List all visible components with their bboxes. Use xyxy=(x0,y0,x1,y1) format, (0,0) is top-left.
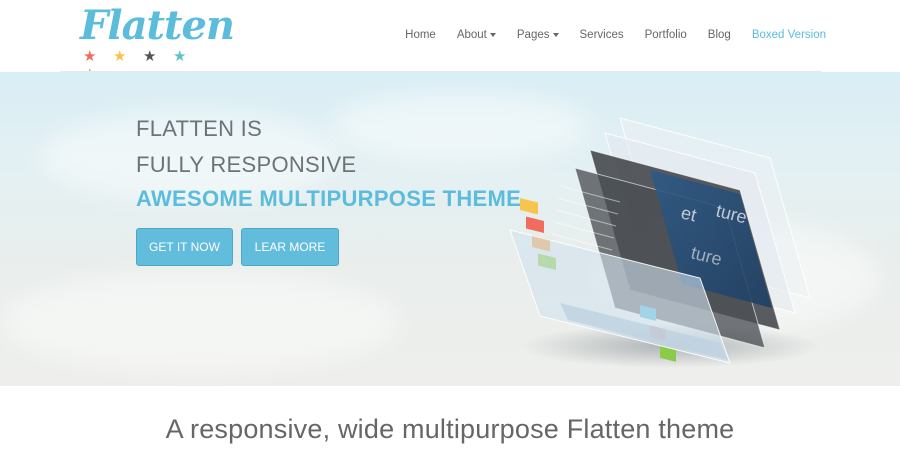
get-it-now-button[interactable]: GET IT NOW xyxy=(136,228,233,266)
logo-stars: ★★★★★ xyxy=(83,48,230,83)
nav-item-label: Portfolio xyxy=(644,29,687,41)
layered-devices-graphic: et ture ture xyxy=(509,117,820,368)
nav-item-label: Home xyxy=(405,29,436,41)
logo-text: Flatten xyxy=(80,2,235,49)
site-header: Flatten ★★★★★ Home About Pages Services … xyxy=(0,0,900,83)
caret-down-icon xyxy=(489,32,496,37)
nav-item-label: Pages xyxy=(516,29,550,41)
nav-item-label: About xyxy=(456,29,487,41)
logo[interactable]: Flatten ★★★★★ xyxy=(80,4,235,83)
tagline: A responsive, wide multipurpose Flatten … xyxy=(165,414,735,444)
star-icon: ★ xyxy=(83,48,97,65)
nav-item-blog[interactable]: Blog xyxy=(708,29,731,41)
nav-item-services[interactable]: Services xyxy=(580,29,624,41)
nav-item-label: Services xyxy=(579,29,624,41)
main-nav: Home About Pages Services Portfolio Blog… xyxy=(384,26,826,44)
learn-more-button[interactable]: LEAR MORE xyxy=(241,228,339,266)
star-icon: ★ xyxy=(173,48,187,65)
nav-item-boxed-version[interactable]: Boxed Version xyxy=(752,29,826,41)
caret-down-icon xyxy=(552,32,559,37)
cloud-decoration xyxy=(0,272,400,372)
hero-heading-line-2: FULLY RESPONSIVE xyxy=(136,152,357,177)
nav-item-label: Boxed Version xyxy=(751,29,826,41)
star-icon: ★ xyxy=(113,48,127,65)
nav-item-home[interactable]: Home xyxy=(405,29,436,41)
hero-heading-line-3: AWESOME MULTIPURPOSE THEME xyxy=(136,186,522,211)
nav-item-label: Blog xyxy=(707,29,731,41)
hero-heading-line-1: FLATTEN IS xyxy=(136,116,263,141)
hero-banner: FLATTEN IS FULLY RESPONSIVE AWESOME MULT… xyxy=(0,72,900,386)
nav-item-about[interactable]: About xyxy=(457,29,496,41)
nav-item-pages[interactable]: Pages xyxy=(517,29,559,41)
nav-item-portfolio[interactable]: Portfolio xyxy=(645,29,687,41)
layered-devices-illustration: et ture ture xyxy=(500,98,830,378)
star-icon: ★ xyxy=(143,48,157,65)
